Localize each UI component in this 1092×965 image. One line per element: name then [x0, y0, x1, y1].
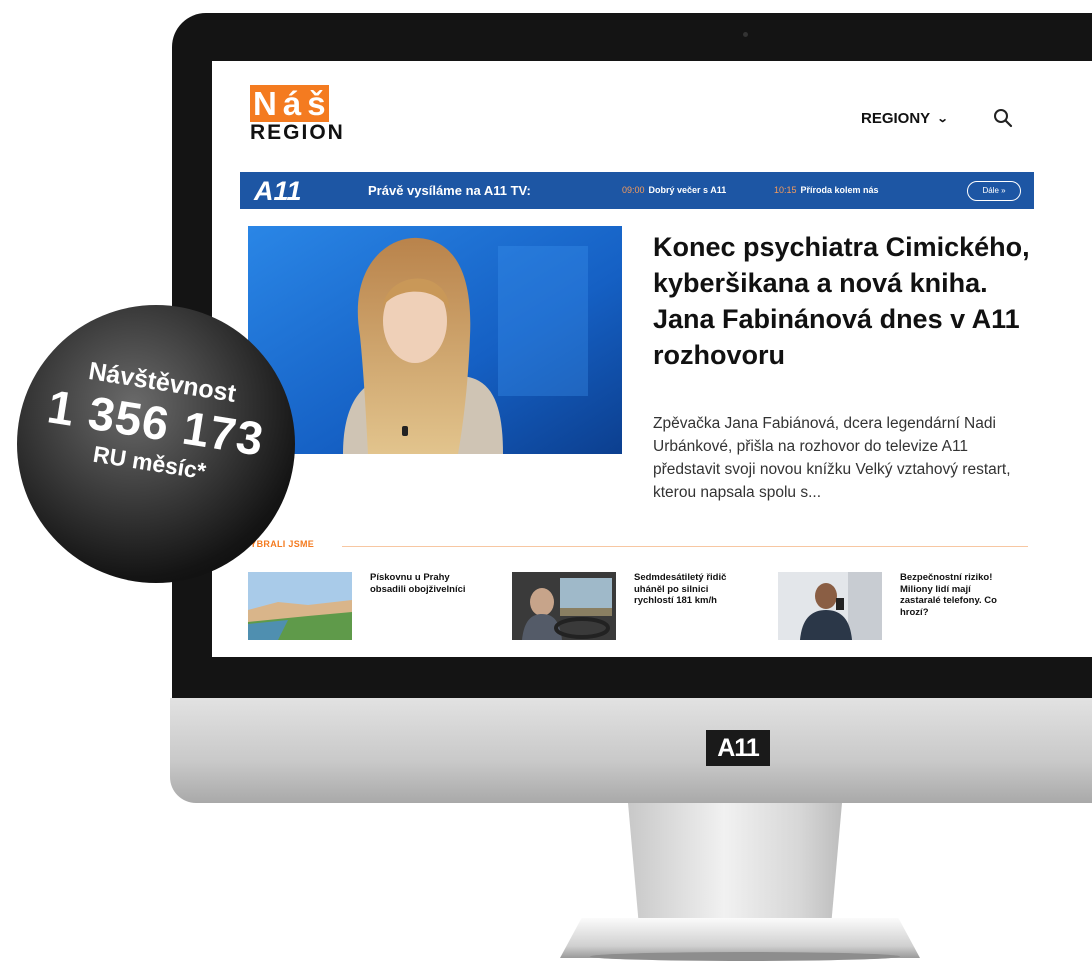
tv-slot-time: 09:00	[622, 185, 645, 195]
monitor-brand-logo: A11	[706, 730, 770, 766]
tv-brand-logo: A11	[254, 176, 302, 206]
now-airing-label: Právě vysíláme na A11 TV:	[368, 183, 531, 198]
card-thumbnail[interactable]	[778, 572, 882, 640]
logo-letter: N	[250, 85, 280, 122]
hero-image[interactable]	[248, 226, 622, 454]
card-thumbnail[interactable]	[512, 572, 616, 640]
nav-regions-label: REGIONY	[861, 110, 931, 127]
search-icon[interactable]	[992, 107, 1014, 129]
tv-slot[interactable]: 09:00 Dobrý večer s A11	[622, 185, 726, 195]
nav-regions-dropdown[interactable]: REGIONY ⌄	[861, 110, 949, 127]
card-thumbnail[interactable]	[248, 572, 352, 640]
logo-letter: š	[304, 85, 329, 122]
live-tv-bar[interactable]: A11 Právě vysíláme na A11 TV: 09:00 Dobrý…	[240, 172, 1034, 209]
tv-slot[interactable]: 10:15 Příroda kolem nás	[774, 185, 879, 195]
hero-lede: Zpěvačka Jana Fabiánová, dcera legendárn…	[653, 415, 1011, 501]
tv-slot-time: 10:15	[774, 185, 797, 195]
monitor-chin	[170, 698, 1092, 803]
logo-letter: á	[279, 85, 305, 122]
tv-slot-title: Dobrý večer s A11	[648, 185, 727, 195]
monitor-stand-neck	[628, 803, 842, 923]
card-title[interactable]: Sedmdesátiletý řidič uháněl po silnici r…	[634, 572, 746, 607]
site-logo[interactable]: Náš REGION	[250, 85, 345, 144]
hero-headline[interactable]: Konec psychiatra Cimického, kyberšikana …	[653, 229, 1033, 373]
logo-region-text: REGION	[250, 121, 345, 144]
card-title[interactable]: Pískovnu u Prahy obsadili obojživelníci	[370, 572, 482, 595]
more-button[interactable]: Dále »	[967, 181, 1021, 201]
chevron-down-icon: ⌄	[936, 113, 949, 125]
stand-shadow	[590, 952, 900, 961]
website-screen: Náš REGION REGIONY ⌄ A11 Právě vysíláme …	[212, 61, 1092, 657]
card-title[interactable]: Bezpečnostní riziko! Miliony lidí mají z…	[900, 572, 1012, 618]
traffic-badge: Návštěvnost 1 356 173 RU měsíc*	[17, 305, 295, 583]
webcam	[743, 32, 748, 37]
tv-slot-title: Příroda kolem nás	[800, 185, 879, 195]
section-header: VYBRALI JSME	[244, 539, 1030, 553]
logo-wordmark: Náš	[250, 85, 345, 122]
section-divider	[342, 546, 1028, 547]
